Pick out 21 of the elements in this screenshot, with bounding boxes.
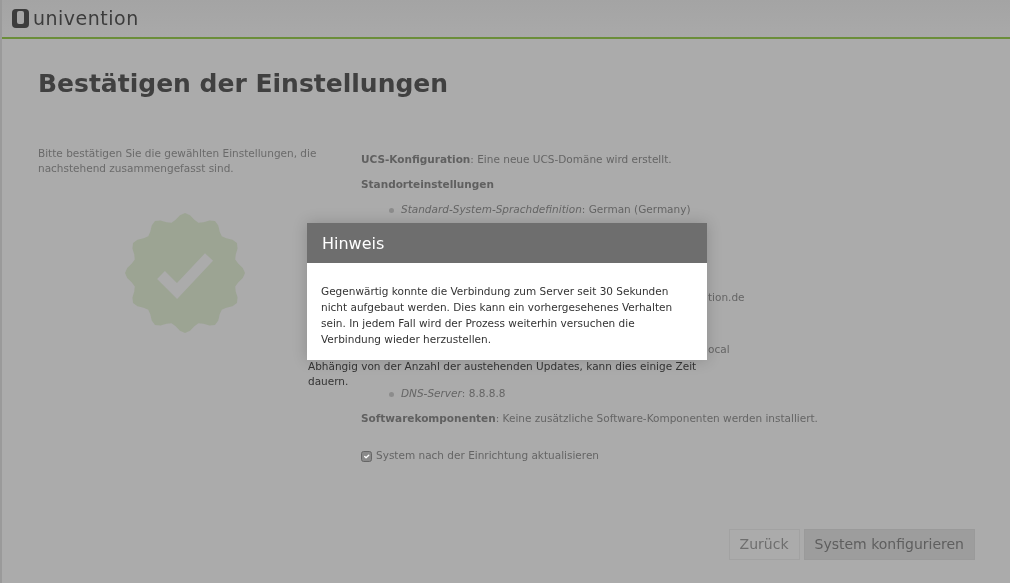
dialog-title: Hinweis [307, 223, 707, 263]
back-button[interactable]: Zurück [728, 529, 800, 560]
intro-text: Bitte bestätigen Sie die gewählten Einstellungen, die nachstehend zusammengefasst sind. [38, 145, 318, 176]
summary-text: UCS-Konfiguration: Eine neue UCS-Domäne wird erstellt. [361, 152, 672, 168]
summary-text: Standard-System-Sprachdefinition: German (Germany) [401, 202, 691, 218]
summary-text: tion.de [708, 290, 745, 306]
dialog-message: Gegenwärtig konnte die Verbindung zum Server seit 30 Sekunden nicht aufgebaut werden. Dies kann ein vorhergesehenes Verhalten sein. In jedem Fall wird der Prozess weiterhin versuchen die Verbindung wieder herzustellen. [321, 284, 674, 347]
summary-text: ocal [708, 342, 730, 358]
progress-text: Abhängig von der Anzahl der austehenden Updates, kann dies einige Zeit dauern. [308, 359, 698, 389]
check-badge-icon [124, 211, 246, 334]
summary-text: Standorteinstellungen [361, 177, 494, 193]
configure-button[interactable]: System konfigurieren [803, 529, 975, 560]
logo-text: univention [33, 9, 139, 28]
bullet-icon [389, 207, 394, 213]
logo-icon [12, 9, 29, 28]
page-title: Bestätigen der Einstellungen [38, 68, 450, 100]
bullet-icon [389, 391, 394, 397]
summary-text: Softwarekomponenten: Keine zusätzliche Software-Komponenten werden installiert. [361, 411, 818, 427]
checkbox-label: System nach der Einrichtung aktualisieren [376, 448, 600, 464]
summary-text: DNS-Server: 8.8.8.8 [401, 386, 506, 402]
update-checkbox[interactable] [361, 450, 372, 462]
